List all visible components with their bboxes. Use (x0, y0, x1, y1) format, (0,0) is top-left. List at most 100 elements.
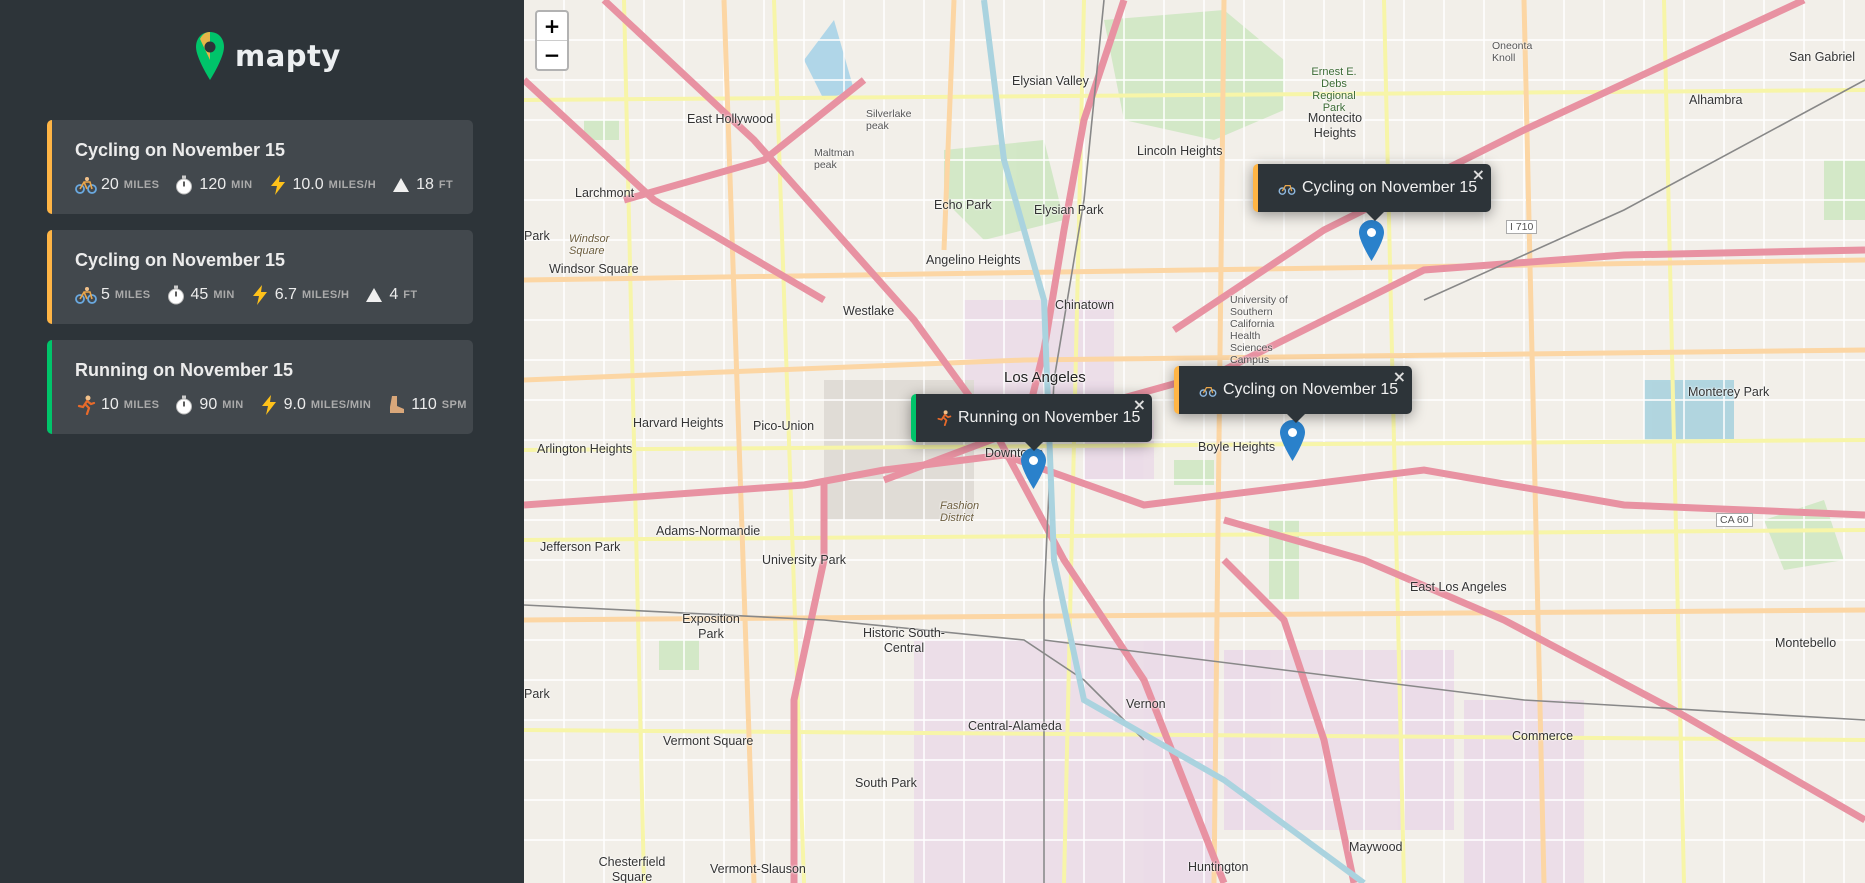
workout-title: Cycling on November 15 (75, 140, 286, 160)
map-label: Jefferson Park (540, 540, 621, 554)
zoom-in-button[interactable]: + (537, 12, 567, 40)
map-label: Historic South-Central (863, 626, 945, 655)
map-label: Windsor Square (569, 233, 610, 257)
workout-pace: 9.0 miles/min (258, 394, 372, 416)
popup-close-button[interactable]: × (1133, 395, 1146, 414)
map-pin-logo-icon (196, 32, 224, 80)
bicycle-icon (1278, 181, 1296, 195)
runner-icon (75, 394, 97, 416)
lightning-icon (258, 394, 280, 416)
foot-icon (385, 394, 407, 416)
map[interactable]: Los Angeles East Hollywood Silverlake pe… (524, 0, 1865, 883)
workout-item[interactable]: Cycling on November 15 20 miles 120 min (47, 120, 473, 214)
popup-close-button[interactable]: × (1393, 367, 1406, 386)
popup-label: Running on November 15 (958, 409, 1141, 426)
popup-label: Cycling on November 15 (1223, 381, 1399, 398)
map-label: Fashion District (940, 500, 980, 524)
runner-icon (936, 410, 952, 426)
stopwatch-icon (173, 394, 195, 416)
workout-duration: 120 min (173, 174, 252, 196)
workout-distance: 20 miles (75, 174, 159, 196)
map-label: Park (524, 687, 550, 701)
workout-popup[interactable]: Cycling on November 15 × (1253, 164, 1491, 221)
map-label: University Park (762, 553, 847, 567)
sidebar: mapty Cycling on November 15 20 miles 12… (0, 0, 524, 883)
workout-elevation: 4 ft (363, 284, 417, 306)
map-label: Angelino Heights (926, 253, 1021, 267)
popup-close-button[interactable]: × (1472, 165, 1485, 184)
map-label: Ernest E. Debs Regional Park (1311, 66, 1357, 114)
map-label: Elysian Valley (1012, 74, 1089, 88)
workout-popup[interactable]: Running on November 15 × (911, 394, 1152, 451)
workout-popup[interactable]: Cycling on November 15 × (1174, 366, 1412, 423)
map-label: South Park (855, 776, 917, 790)
workout-item[interactable]: Cycling on November 15 5 miles 45 min (47, 230, 473, 324)
workout-elevation: 18 ft (390, 174, 453, 196)
map-label: Huntington (1188, 860, 1249, 874)
map-label: Lincoln Heights (1137, 144, 1223, 158)
workout-duration: 90 min (173, 394, 243, 416)
map-label: Windsor Square (549, 262, 639, 276)
map-label: San Gabriel (1789, 50, 1856, 64)
app-name: mapty (235, 39, 341, 73)
map-label: Monterey Park (1688, 385, 1770, 399)
map-label: Elysian Park (1034, 203, 1104, 217)
map-label: Echo Park (934, 198, 992, 212)
workout-title: Running on November 15 (75, 360, 294, 380)
map-label: Montebello (1775, 636, 1837, 650)
map-label: Alhambra (1689, 93, 1743, 107)
map-label: Maywood (1349, 840, 1403, 854)
popup-label: Cycling on November 15 (1302, 179, 1478, 196)
map-label: CA 60 (1716, 513, 1753, 527)
workout-speed: 6.7 miles/h (249, 284, 350, 306)
map-marker-icon[interactable] (1021, 448, 1046, 489)
map-label: Adams-Normandie (656, 524, 761, 538)
zoom-control: + − (535, 10, 569, 71)
lightning-icon (249, 284, 271, 306)
map-label: Vernon (1126, 697, 1166, 711)
mountain-icon (363, 284, 385, 306)
map-label: University of Southern California Health… (1230, 294, 1288, 366)
map-label: Oneonta Knoll (1492, 40, 1533, 64)
bicycle-icon (75, 284, 97, 306)
logo: mapty (195, 28, 341, 84)
map-label: Chesterfield Square (598, 855, 666, 883)
map-label: Harvard Heights (633, 416, 724, 430)
map-tiles (524, 0, 1865, 883)
map-label: Vermont-Slauson (710, 862, 806, 876)
map-label: Silverlake peak (866, 108, 912, 132)
map-label: Maltman peak (814, 147, 855, 171)
map-label: Exposition Park (682, 612, 740, 641)
workout-distance: 5 miles (75, 284, 151, 306)
lightning-icon (267, 174, 289, 196)
map-label: East Hollywood (687, 112, 774, 126)
map-label: I 710 (1506, 220, 1538, 234)
map-label: Boyle Heights (1198, 440, 1276, 454)
stopwatch-icon (173, 174, 195, 196)
bicycle-icon (1199, 383, 1217, 397)
workout-title: Cycling on November 15 (75, 250, 286, 270)
workout-cadence: 110 spm (385, 394, 467, 416)
workout-distance: 10 miles (75, 394, 159, 416)
map-label: Montecito Heights (1307, 111, 1363, 140)
stopwatch-icon (165, 284, 187, 306)
map-label: Park (524, 229, 550, 243)
workout-speed: 10.0 miles/h (267, 174, 377, 196)
map-label-los-angeles: Los Angeles (1004, 369, 1086, 386)
workout-item[interactable]: Running on November 15 10 miles 90 min (47, 340, 473, 434)
map-marker-icon[interactable] (1280, 420, 1305, 461)
workout-list: Cycling on November 15 20 miles 120 min (47, 120, 473, 450)
map-label: Chinatown (1055, 298, 1115, 312)
map-label: Commerce (1512, 729, 1574, 743)
map-label: Larchmont (575, 186, 635, 200)
mountain-icon (390, 174, 412, 196)
map-marker-icon[interactable] (1359, 220, 1384, 261)
bicycle-icon (75, 174, 97, 196)
map-label: Vermont Square (663, 734, 754, 748)
zoom-out-button[interactable]: − (537, 40, 567, 69)
workout-duration: 45 min (165, 284, 235, 306)
map-label: Westlake (843, 304, 895, 318)
map-label: East Los Angeles (1410, 580, 1507, 594)
map-label: Pico-Union (753, 419, 815, 433)
map-label: Central-Alameda (968, 719, 1062, 733)
